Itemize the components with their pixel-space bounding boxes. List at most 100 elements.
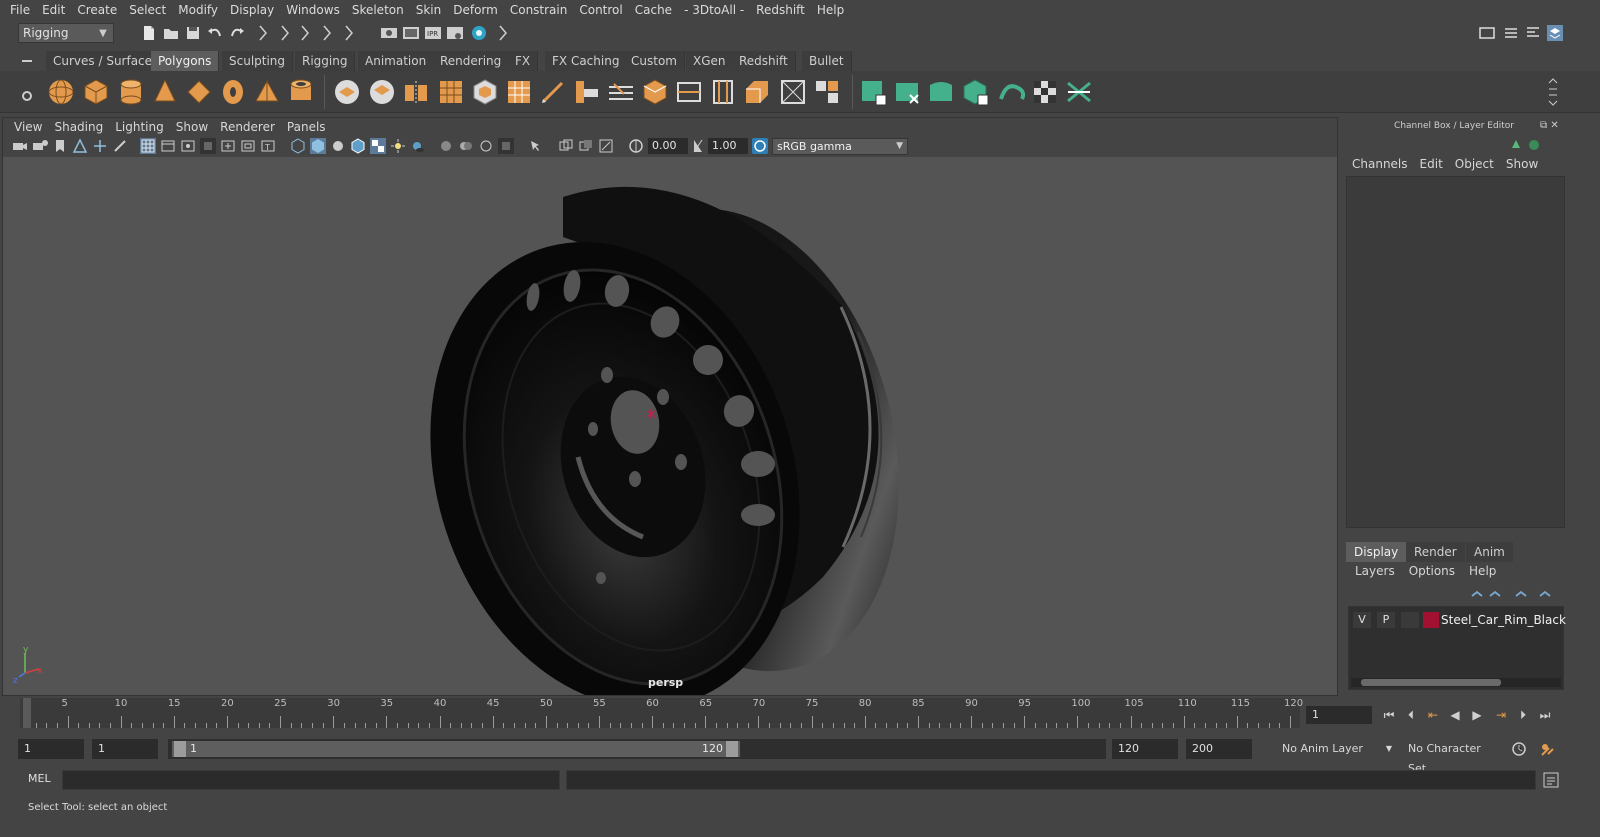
shelf-tab[interactable]: FX Caching	[545, 51, 628, 71]
menu-item[interactable]: File	[4, 0, 36, 20]
layer-editor-menu-item[interactable]: Help	[1462, 564, 1503, 582]
menu-item[interactable]: - 3DtoAll -	[678, 0, 750, 20]
go-to-start-button[interactable]: ⏮	[1380, 706, 1398, 724]
channel-box-menu-item[interactable]: Object	[1449, 157, 1500, 175]
layer-display-type-toggle[interactable]	[1401, 612, 1419, 628]
layer-editor-menu-item[interactable]: Options	[1402, 564, 1462, 582]
viewport-menu-item[interactable]: Shading	[48, 120, 109, 134]
range-start-handle[interactable]	[174, 741, 186, 757]
fill-hole-icon[interactable]	[640, 77, 670, 107]
camera-select-icon[interactable]	[12, 138, 28, 154]
character-set-dropdown[interactable]: No Character Set	[1402, 739, 1500, 775]
color-management-icon[interactable]	[752, 138, 768, 154]
depth-of-field-icon[interactable]	[498, 138, 514, 154]
scrollbar-thumb[interactable]	[1361, 679, 1501, 686]
exposure-field[interactable]: 0.00	[648, 138, 688, 154]
view-transform-dropdown[interactable]: sRGB gamma ▼	[772, 138, 908, 155]
range-slider-bar[interactable]	[172, 741, 740, 757]
2d-pan-zoom-icon[interactable]	[92, 138, 108, 154]
menu-item[interactable]: Windows	[280, 0, 346, 20]
safe-title-icon[interactable]: T	[260, 138, 276, 154]
append-polygon-icon[interactable]	[606, 77, 636, 107]
shelf-tab[interactable]: Custom	[624, 51, 685, 71]
layer-color-swatch[interactable]	[1423, 612, 1439, 628]
shelf-tab[interactable]: Rendering	[433, 51, 510, 71]
offset-edge-loop-icon[interactable]	[708, 77, 738, 107]
menu-set-dropdown[interactable]: Rigging ▼	[18, 23, 114, 43]
shelf-tab[interactable]: Bullet	[802, 51, 852, 71]
menu-item[interactable]: Create	[71, 0, 123, 20]
mirror-icon[interactable]	[401, 77, 431, 107]
xray-active-components-icon[interactable]	[578, 138, 594, 154]
uv-unfold-icon[interactable]	[960, 77, 990, 107]
reduce-icon[interactable]	[470, 77, 500, 107]
menu-item[interactable]: Help	[811, 0, 850, 20]
viewport-menu-item[interactable]: Renderer	[214, 120, 281, 134]
render-view-icon[interactable]	[380, 24, 398, 42]
menu-item[interactable]: Skin	[410, 0, 448, 20]
playback-start-field[interactable]: 1	[92, 739, 158, 759]
layer-playback-toggle[interactable]: P	[1377, 612, 1395, 628]
menu-item[interactable]: Control	[573, 0, 628, 20]
auto-keyframe-icon[interactable]	[1510, 740, 1528, 758]
undo-icon[interactable]	[206, 24, 224, 42]
select-by-component-icon[interactable]	[296, 24, 314, 42]
gear-icon[interactable]	[20, 89, 34, 103]
menu-item[interactable]: Constrain	[504, 0, 574, 20]
script-editor-icon[interactable]	[1542, 771, 1560, 789]
channel-box-menu-item[interactable]: Channels	[1346, 157, 1414, 175]
layer-visibility-toggle[interactable]: V	[1353, 612, 1371, 628]
xray-icon[interactable]	[558, 138, 574, 154]
layer-editor-menu-item[interactable]: Layers	[1348, 564, 1402, 582]
animation-preferences-icon[interactable]	[1538, 740, 1556, 758]
toggle-modeling-toolkit-icon[interactable]	[1478, 24, 1496, 42]
isolate-select-icon[interactable]	[528, 138, 544, 154]
bevel-icon[interactable]	[742, 77, 772, 107]
shelf-scroll-icon[interactable]	[1546, 75, 1560, 109]
toggle-attribute-editor-icon[interactable]	[1502, 24, 1520, 42]
step-back-key-button[interactable]: ⇤	[1424, 706, 1442, 724]
shadows-icon[interactable]	[410, 138, 426, 154]
motion-blur-icon[interactable]	[458, 138, 474, 154]
planar-mapping-icon[interactable]	[778, 77, 808, 107]
range-end-handle[interactable]	[726, 741, 738, 757]
step-back-frame-button[interactable]: ⏴	[1402, 706, 1420, 724]
command-input[interactable]	[62, 770, 560, 790]
render-settings-icon[interactable]	[446, 24, 464, 42]
shelf-tab[interactable]: Polygons	[151, 51, 220, 71]
screen-space-ao-icon[interactable]	[438, 138, 454, 154]
image-plane-icon[interactable]	[72, 138, 88, 154]
animation-end-field[interactable]: 200	[1186, 739, 1252, 759]
viewport-menu-item[interactable]: Lighting	[109, 120, 170, 134]
poly-sphere-icon[interactable]	[46, 77, 76, 107]
channel-box-body[interactable]	[1346, 176, 1565, 528]
shelf-tab[interactable]: Rigging	[295, 51, 356, 71]
poly-torus-icon[interactable]	[218, 77, 248, 107]
channel-box-menu-item[interactable]: Show	[1500, 157, 1544, 175]
film-gate-icon[interactable]	[160, 138, 176, 154]
render-frame-icon[interactable]	[402, 24, 420, 42]
menu-item[interactable]: Redshift	[750, 0, 811, 20]
wireframe-icon[interactable]	[290, 138, 306, 154]
separate-icon[interactable]	[367, 77, 397, 107]
open-scene-icon[interactable]	[162, 24, 180, 42]
select-by-hierarchy-icon[interactable]	[254, 24, 272, 42]
toggle-tool-settings-icon[interactable]	[1524, 24, 1542, 42]
select-by-object-icon[interactable]	[276, 24, 294, 42]
shelf-tab[interactable]: FX	[508, 51, 539, 71]
insert-edge-loop-icon[interactable]	[674, 77, 704, 107]
safe-action-icon[interactable]	[240, 138, 256, 154]
new-scene-icon[interactable]	[140, 24, 158, 42]
toggle-channel-box-icon[interactable]	[1546, 24, 1564, 42]
channel-box-toggle-icons[interactable]	[1508, 138, 1544, 152]
shelf-menu-icon[interactable]	[18, 53, 36, 69]
time-slider[interactable]: 1510152025303540455055606570758085909510…	[20, 698, 1303, 728]
gamma-field[interactable]: 1.00	[708, 138, 748, 154]
layer-action-icons[interactable]	[1468, 586, 1564, 602]
current-frame-field[interactable]: 1	[1306, 706, 1372, 724]
smooth-shade-icon[interactable]	[310, 138, 326, 154]
perspective-viewport[interactable]: y x z	[3, 157, 1337, 695]
float-icon[interactable]: ⧉	[1540, 120, 1547, 131]
layer-editor-tab[interactable]: Display	[1346, 542, 1407, 562]
shelf-tab[interactable]: Redshift	[732, 51, 796, 71]
